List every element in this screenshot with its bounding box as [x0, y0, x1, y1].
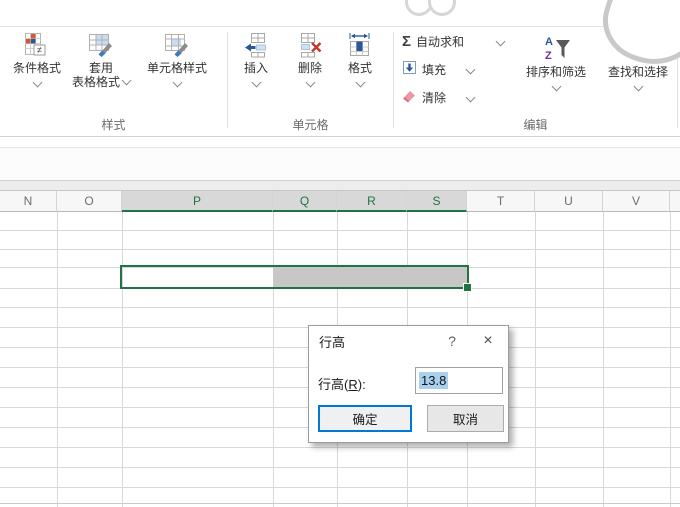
gridline: [0, 447, 680, 448]
column-header-v[interactable]: V: [603, 191, 670, 212]
group-separator: [393, 32, 394, 128]
gridline: [0, 307, 680, 308]
column-headers: N O P Q R S T U V: [0, 190, 680, 212]
format-as-table-button[interactable]: 套用 表格格式: [70, 30, 132, 130]
chevron-down-icon: [122, 76, 132, 86]
formula-grid-gap: [0, 181, 680, 190]
conditional-formatting-icon: ≠: [24, 30, 50, 58]
sort-filter-button[interactable]: A Z 排序和筛选: [514, 30, 598, 130]
fill-button[interactable]: 填充: [402, 60, 474, 78]
autosum-label: 自动求和: [416, 33, 464, 50]
gridline: [0, 249, 680, 250]
delete-button[interactable]: 删除: [286, 30, 334, 130]
clear-button[interactable]: 清除: [402, 88, 474, 106]
gridline: [57, 212, 58, 507]
conditional-formatting-button[interactable]: ≠ 条件格式: [6, 30, 68, 130]
selection-range[interactable]: [120, 265, 469, 289]
column-header-r[interactable]: R: [337, 191, 407, 212]
sigma-icon: Σ: [402, 34, 411, 49]
gridline: [122, 212, 123, 507]
formula-bar-area[interactable]: [0, 148, 680, 181]
gridline: [0, 467, 680, 468]
column-header-t[interactable]: T: [467, 191, 535, 212]
format-as-table-icon: [88, 30, 114, 58]
style-group-label: 样式: [0, 116, 227, 133]
editing-group-label: 编辑: [394, 116, 677, 133]
gridline: [273, 212, 274, 507]
dialog-title-bar[interactable]: 行高 ? ×: [309, 326, 508, 356]
gridline: [0, 503, 680, 504]
eraser-icon: [402, 88, 417, 106]
insert-cells-icon: [244, 30, 268, 58]
fill-label: 填充: [422, 61, 446, 78]
input-selected-text: 13.8: [419, 372, 448, 389]
fill-handle[interactable]: [463, 283, 472, 292]
conditional-formatting-label: 条件格式: [13, 61, 61, 75]
format-button[interactable]: 格式: [336, 30, 384, 130]
sort-filter-label: 排序和筛选: [526, 65, 586, 79]
ribbon-bottom-strip: [0, 137, 680, 148]
delete-cells-icon: [298, 30, 322, 58]
dialog-close-button[interactable]: ×: [468, 326, 508, 356]
chevron-down-icon: [633, 82, 643, 92]
cells-group-label: 单元格: [228, 116, 393, 133]
chevron-down-icon: [355, 78, 365, 88]
gridline: [0, 230, 680, 231]
cell-styles-button[interactable]: 单元格样式: [134, 30, 220, 130]
row-height-input[interactable]: 13.8: [415, 367, 503, 394]
format-as-table-label-line2: 表格格式: [72, 75, 130, 89]
column-header-s[interactable]: S: [407, 191, 467, 212]
dialog-help-button[interactable]: ?: [436, 326, 468, 356]
svg-text:A: A: [545, 36, 553, 48]
column-header-u[interactable]: U: [535, 191, 603, 212]
insert-label: 插入: [244, 61, 268, 75]
format-label: 格式: [348, 61, 372, 75]
sort-filter-icon: A Z: [541, 30, 571, 62]
format-cells-icon: [347, 30, 373, 58]
chevron-down-icon: [251, 78, 261, 88]
column-header-o[interactable]: O: [57, 191, 122, 212]
ok-button[interactable]: 确定: [318, 405, 412, 432]
format-as-table-label-line1: 套用: [89, 61, 113, 75]
column-header-q[interactable]: Q: [273, 191, 337, 212]
column-header-n[interactable]: N: [0, 191, 57, 212]
row-height-label: 行高(R):: [318, 374, 366, 393]
chevron-down-icon: [305, 78, 315, 88]
delete-label: 删除: [298, 61, 322, 75]
dialog-title: 行高: [319, 332, 345, 351]
ribbon: ≠ 条件格式 套用 表格格式: [0, 0, 680, 137]
cancel-button[interactable]: 取消: [427, 405, 504, 432]
gridline: [603, 212, 604, 507]
chevron-down-icon: [466, 64, 476, 74]
chevron-down-icon: [32, 78, 42, 88]
gridline: [670, 212, 671, 507]
cell-styles-icon: [164, 30, 190, 58]
column-header-partial[interactable]: [670, 191, 680, 212]
clear-label: 清除: [422, 89, 446, 106]
chevron-down-icon: [551, 82, 561, 92]
cell-styles-label: 单元格样式: [147, 61, 207, 75]
svg-text:≠: ≠: [37, 45, 42, 55]
autosum-button[interactable]: Σ 自动求和: [402, 32, 504, 50]
ribbon-divider: [0, 26, 680, 27]
selection-fill: [273, 267, 467, 287]
chevron-down-icon: [172, 78, 182, 88]
group-separator: [227, 32, 228, 128]
svg-text:Z: Z: [545, 50, 552, 62]
gridline: [535, 212, 536, 507]
column-header-p[interactable]: P: [122, 191, 273, 212]
insert-button[interactable]: 插入: [232, 30, 280, 130]
gridline: [0, 487, 680, 488]
find-select-label: 查找和选择: [608, 65, 668, 79]
fill-icon: [402, 60, 417, 78]
chevron-down-icon: [496, 36, 506, 46]
chevron-down-icon: [466, 92, 476, 102]
